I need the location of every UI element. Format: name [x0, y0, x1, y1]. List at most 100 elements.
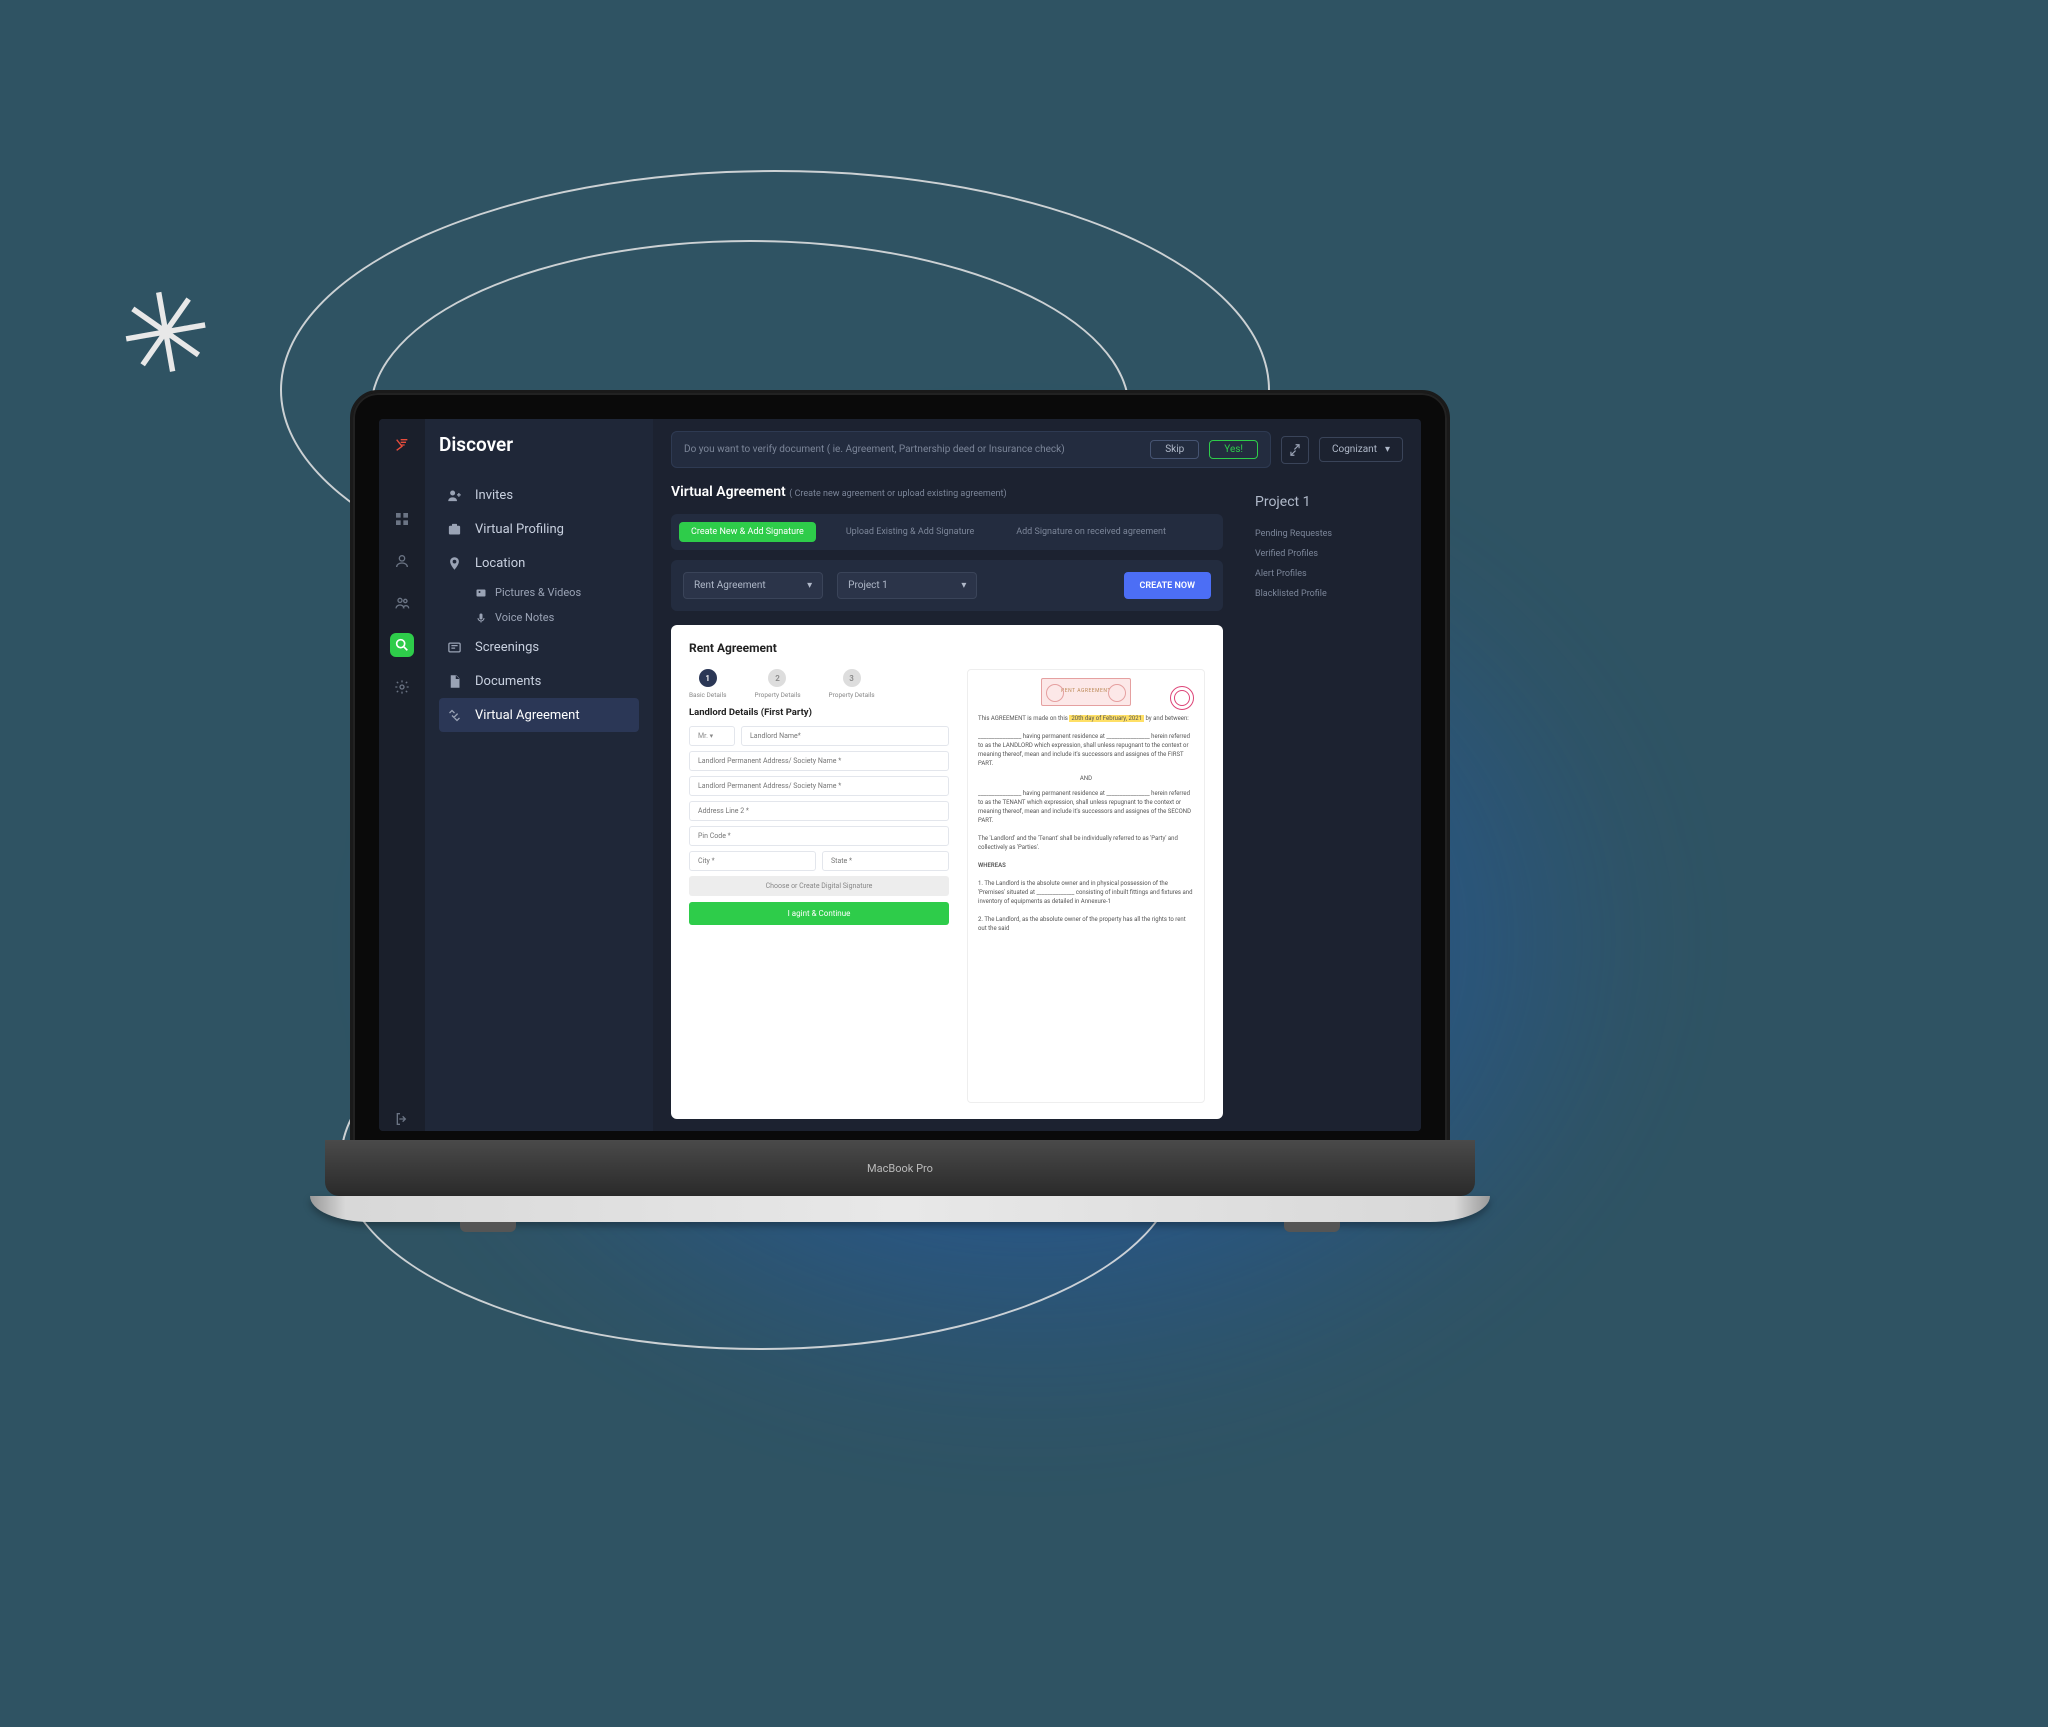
state-input[interactable]	[822, 851, 949, 871]
doc-and: AND	[978, 774, 1194, 783]
section-title: Landlord Details (First Party)	[689, 707, 949, 718]
chevron-down-icon: ▾	[961, 580, 966, 591]
laptop-foot	[460, 1222, 516, 1232]
icon-rail	[379, 419, 425, 1131]
yes-button[interactable]: Yes!	[1209, 440, 1258, 459]
step-label: Property Details	[754, 691, 800, 699]
stamp-text: RENT AGREEMENT	[1061, 688, 1111, 696]
page-title-text: Virtual Agreement	[671, 484, 786, 500]
revenue-stamp: RENT AGREEMENT	[1041, 678, 1131, 706]
documents-icon	[445, 672, 463, 690]
nav-item-location[interactable]: Location	[439, 546, 639, 580]
voice-icon	[475, 612, 487, 624]
account-name: Cognizant	[1332, 444, 1377, 455]
card-title: Rent Agreement	[689, 641, 1205, 655]
form-column: 1Basic Details 2Property Details 3Proper…	[689, 669, 949, 1103]
profiling-icon	[445, 520, 463, 538]
page-title: Virtual Agreement ( Create new agreement…	[671, 484, 1223, 500]
highlighted-date: 20th day of February, 2021	[1069, 715, 1144, 722]
select-value: Rent Agreement	[694, 580, 766, 591]
nav-label: Virtual Profiling	[475, 522, 564, 537]
nav-sub-label: Voice Notes	[495, 611, 554, 624]
notification-button[interactable]	[1281, 436, 1309, 464]
doc-whereas: WHEREAS	[978, 861, 1194, 870]
step-1[interactable]: 1Basic Details	[689, 669, 726, 699]
tab-upload-existing[interactable]: Upload Existing & Add Signature	[834, 522, 986, 542]
create-now-button[interactable]: CREATE NOW	[1124, 572, 1211, 599]
nav-label: Invites	[475, 488, 513, 503]
nav-item-documents[interactable]: Documents	[439, 664, 639, 698]
group-icon[interactable]	[390, 591, 414, 615]
panel-item-blacklisted[interactable]: Blacklisted Profile	[1255, 584, 1407, 604]
agreement-type-select[interactable]: Rent Agreement ▾	[683, 572, 823, 599]
agreement-icon	[445, 706, 463, 724]
invites-icon	[445, 486, 463, 504]
agreement-tabs: Create New & Add Signature Upload Existi…	[671, 514, 1223, 550]
nav-title: Discover	[439, 433, 639, 456]
laptop-brand: MacBook Pro	[867, 1162, 933, 1175]
app-logo[interactable]	[390, 433, 414, 457]
step-2[interactable]: 2Property Details	[754, 669, 800, 699]
screenings-icon	[445, 638, 463, 656]
topbar: Do you want to verify document ( ie. Agr…	[653, 419, 1421, 480]
nav-label: Virtual Agreement	[475, 708, 580, 723]
document-header: RENT AGREEMENT	[978, 678, 1194, 706]
address2-input[interactable]	[689, 776, 949, 796]
dashboard-icon[interactable]	[390, 507, 414, 531]
chevron-down-icon: ▾	[1385, 444, 1390, 455]
user-icon[interactable]	[390, 549, 414, 573]
pictures-icon	[475, 587, 487, 599]
signature-button[interactable]: Choose or Create Digital Signature	[689, 876, 949, 896]
laptop-foot	[1284, 1222, 1340, 1232]
select-value: Project 1	[848, 580, 888, 591]
laptop-mockup: Discover Invites Virtual Profiling Locat…	[310, 390, 1490, 1250]
nav-item-invites[interactable]: Invites	[439, 478, 639, 512]
right-panel: Project 1 Pending Requestes Verified Pro…	[1241, 480, 1421, 1131]
nav-sub-pictures[interactable]: Pictures & Videos	[439, 580, 639, 605]
account-dropdown[interactable]: Cognizant ▾	[1319, 437, 1403, 462]
nav-item-virtual-agreement[interactable]: Virtual Agreement	[439, 698, 639, 732]
nav-label: Screenings	[475, 640, 539, 655]
doc-clause: 2. The Landlord, as the absolute owner o…	[978, 915, 1194, 933]
star-decoration: ✳	[109, 263, 222, 406]
agreement-card: Rent Agreement 1Basic Details 2Property …	[671, 625, 1223, 1119]
panel-item-pending[interactable]: Pending Requestes	[1255, 524, 1407, 544]
laptop-bezel: Discover Invites Virtual Profiling Locat…	[350, 390, 1450, 1160]
logout-icon[interactable]	[390, 1107, 414, 1131]
doc-para: ________________ having permanent reside…	[978, 789, 1194, 825]
chevron-down-icon: ▾	[807, 580, 812, 591]
doc-para: ________________ having permanent reside…	[978, 732, 1194, 768]
location-icon	[445, 554, 463, 572]
panel-title: Project 1	[1255, 494, 1407, 510]
nav-sub-voice[interactable]: Voice Notes	[439, 605, 639, 630]
address3-input[interactable]	[689, 801, 949, 821]
doc-clause: 1. The Landlord is the absolute owner an…	[978, 879, 1194, 906]
seal-stamp	[1170, 686, 1194, 710]
settings-icon[interactable]	[390, 675, 414, 699]
center-column: Virtual Agreement ( Create new agreement…	[653, 480, 1241, 1131]
project-select[interactable]: Project 1 ▾	[837, 572, 977, 599]
tab-create-new[interactable]: Create New & Add Signature	[679, 522, 816, 542]
tab-add-signature[interactable]: Add Signature on received agreement	[1004, 522, 1178, 542]
continue-button[interactable]: I agint & Continue	[689, 902, 949, 925]
laptop-base: MacBook Pro	[310, 1160, 1490, 1250]
main-area: Do you want to verify document ( ie. Agr…	[653, 419, 1421, 1131]
search-icon[interactable]	[390, 633, 414, 657]
nav-item-profiling[interactable]: Virtual Profiling	[439, 512, 639, 546]
app-screen: Discover Invites Virtual Profiling Locat…	[379, 419, 1421, 1131]
pincode-input[interactable]	[689, 826, 949, 846]
panel-item-alert[interactable]: Alert Profiles	[1255, 564, 1407, 584]
doc-para: The 'Landlord' and the 'Tenant' shall be…	[978, 834, 1194, 852]
form-steps: 1Basic Details 2Property Details 3Proper…	[689, 669, 949, 699]
sidebar-nav: Discover Invites Virtual Profiling Locat…	[425, 419, 653, 1131]
address1-input[interactable]	[689, 751, 949, 771]
landlord-name-input[interactable]	[741, 726, 949, 746]
city-input[interactable]	[689, 851, 816, 871]
skip-button[interactable]: Skip	[1150, 440, 1199, 459]
step-label: Property Details	[829, 691, 875, 699]
nav-item-screenings[interactable]: Screenings	[439, 630, 639, 664]
step-3[interactable]: 3Property Details	[829, 669, 875, 699]
laptop-basebar	[310, 1196, 1490, 1222]
panel-item-verified[interactable]: Verified Profiles	[1255, 544, 1407, 564]
prefix-select[interactable]: Mr. ▾	[689, 726, 735, 746]
